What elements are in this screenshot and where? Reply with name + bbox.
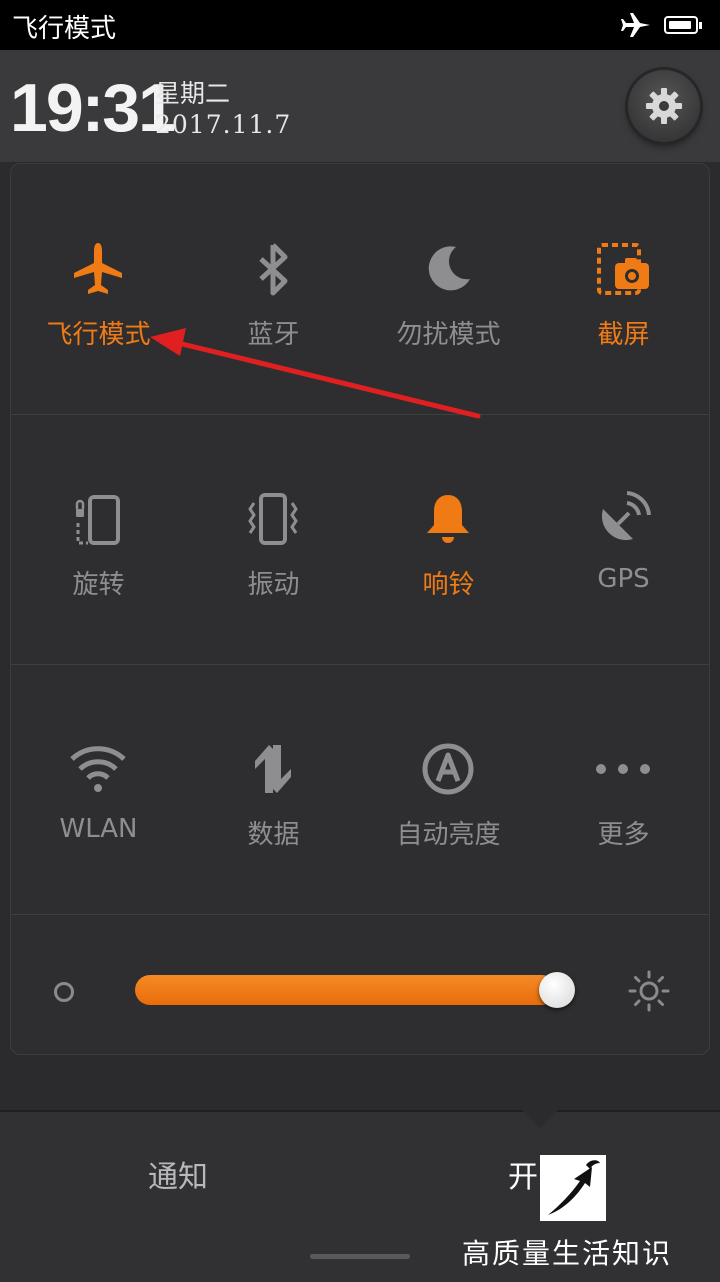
watermark-logo (540, 1155, 606, 1221)
drag-handle[interactable] (310, 1254, 410, 1259)
toggle-label: 飞行模式 (46, 320, 151, 350)
toggle-rotation[interactable]: 旋转 (11, 414, 186, 664)
brightness-slider[interactable] (135, 972, 576, 1008)
mobile-data-icon (255, 745, 291, 793)
auto-brightness-icon (422, 743, 474, 795)
status-bar-title: 飞行模式 (12, 14, 117, 44)
settings-button[interactable] (628, 70, 700, 142)
toggle-wlan[interactable]: WLAN (11, 664, 186, 914)
bell-icon (427, 495, 469, 543)
toggle-auto-brightness[interactable]: 自动亮度 (361, 664, 536, 914)
toggle-label: GPS (597, 564, 650, 594)
toggle-label: 勿扰模式 (396, 320, 501, 350)
moon-icon (428, 246, 470, 291)
vibrate-icon (248, 493, 298, 545)
toggle-label: 截屏 (597, 320, 650, 350)
toggle-label: 振动 (247, 570, 300, 600)
toggle-bluetooth[interactable]: 蓝牙 (186, 164, 361, 414)
toggle-label: 响铃 (422, 570, 475, 600)
toggle-row: 飞行模式 蓝牙 勿扰模式 截屏 (11, 164, 709, 415)
clock: 19:31 (10, 70, 176, 146)
more-icon (596, 764, 650, 774)
brightness-slider-thumb[interactable] (539, 972, 576, 1008)
watermark-text: 高质量生活知识 (462, 1237, 673, 1270)
tab-notifications[interactable]: 通知 (148, 1152, 208, 1196)
toggle-row: WLAN 数据 自动亮度 更多 (11, 664, 709, 915)
toggle-vibrate[interactable]: 振动 (186, 414, 361, 664)
status-bar: 飞行模式 (0, 0, 720, 50)
rotation-lock-icon (75, 495, 120, 545)
toggle-label: 蓝牙 (247, 320, 300, 350)
toggle-label: 数据 (247, 820, 300, 850)
toggle-gps[interactable]: GPS (536, 414, 711, 664)
wifi-icon (70, 746, 126, 792)
weekday: 星期二 (155, 79, 231, 108)
screenshot-icon (597, 243, 649, 295)
brightness-low-icon (54, 982, 74, 1002)
toggle-ringer[interactable]: 响铃 (361, 414, 536, 664)
toggle-more[interactable]: 更多 (536, 664, 711, 914)
bluetooth-icon (259, 243, 288, 296)
header: 19:31 星期二 2017.11.7 (0, 50, 720, 162)
date: 2017.11.7 (155, 110, 292, 139)
airplane-icon (74, 243, 122, 294)
toggle-label: WLAN (59, 814, 138, 844)
gear-icon (646, 88, 682, 124)
brightness-slider-fill (135, 975, 558, 1005)
gps-icon (601, 491, 651, 541)
toggle-label: 自动亮度 (396, 820, 501, 850)
airplane-icon (621, 13, 650, 37)
tab-indicator (522, 1110, 558, 1128)
battery-icon (664, 16, 702, 34)
brightness-high-icon (628, 970, 670, 1012)
toggle-row: 旋转 振动 响铃 GPS (11, 414, 709, 665)
toggle-mobile-data[interactable]: 数据 (186, 664, 361, 914)
toggle-do-not-disturb[interactable]: 勿扰模式 (361, 164, 536, 414)
toggle-airplane-mode[interactable]: 飞行模式 (11, 164, 186, 414)
toggle-screenshot[interactable]: 截屏 (536, 164, 711, 414)
toggle-label: 旋转 (72, 570, 125, 600)
brightness-control (11, 916, 709, 1056)
tab-switches[interactable]: 开 (508, 1152, 538, 1196)
quick-settings-panel: 飞行模式 蓝牙 勿扰模式 截屏 旋转 振动 响铃 GPS WLAN 数据 自动亮… (10, 163, 710, 1055)
toggle-label: 更多 (597, 820, 650, 850)
